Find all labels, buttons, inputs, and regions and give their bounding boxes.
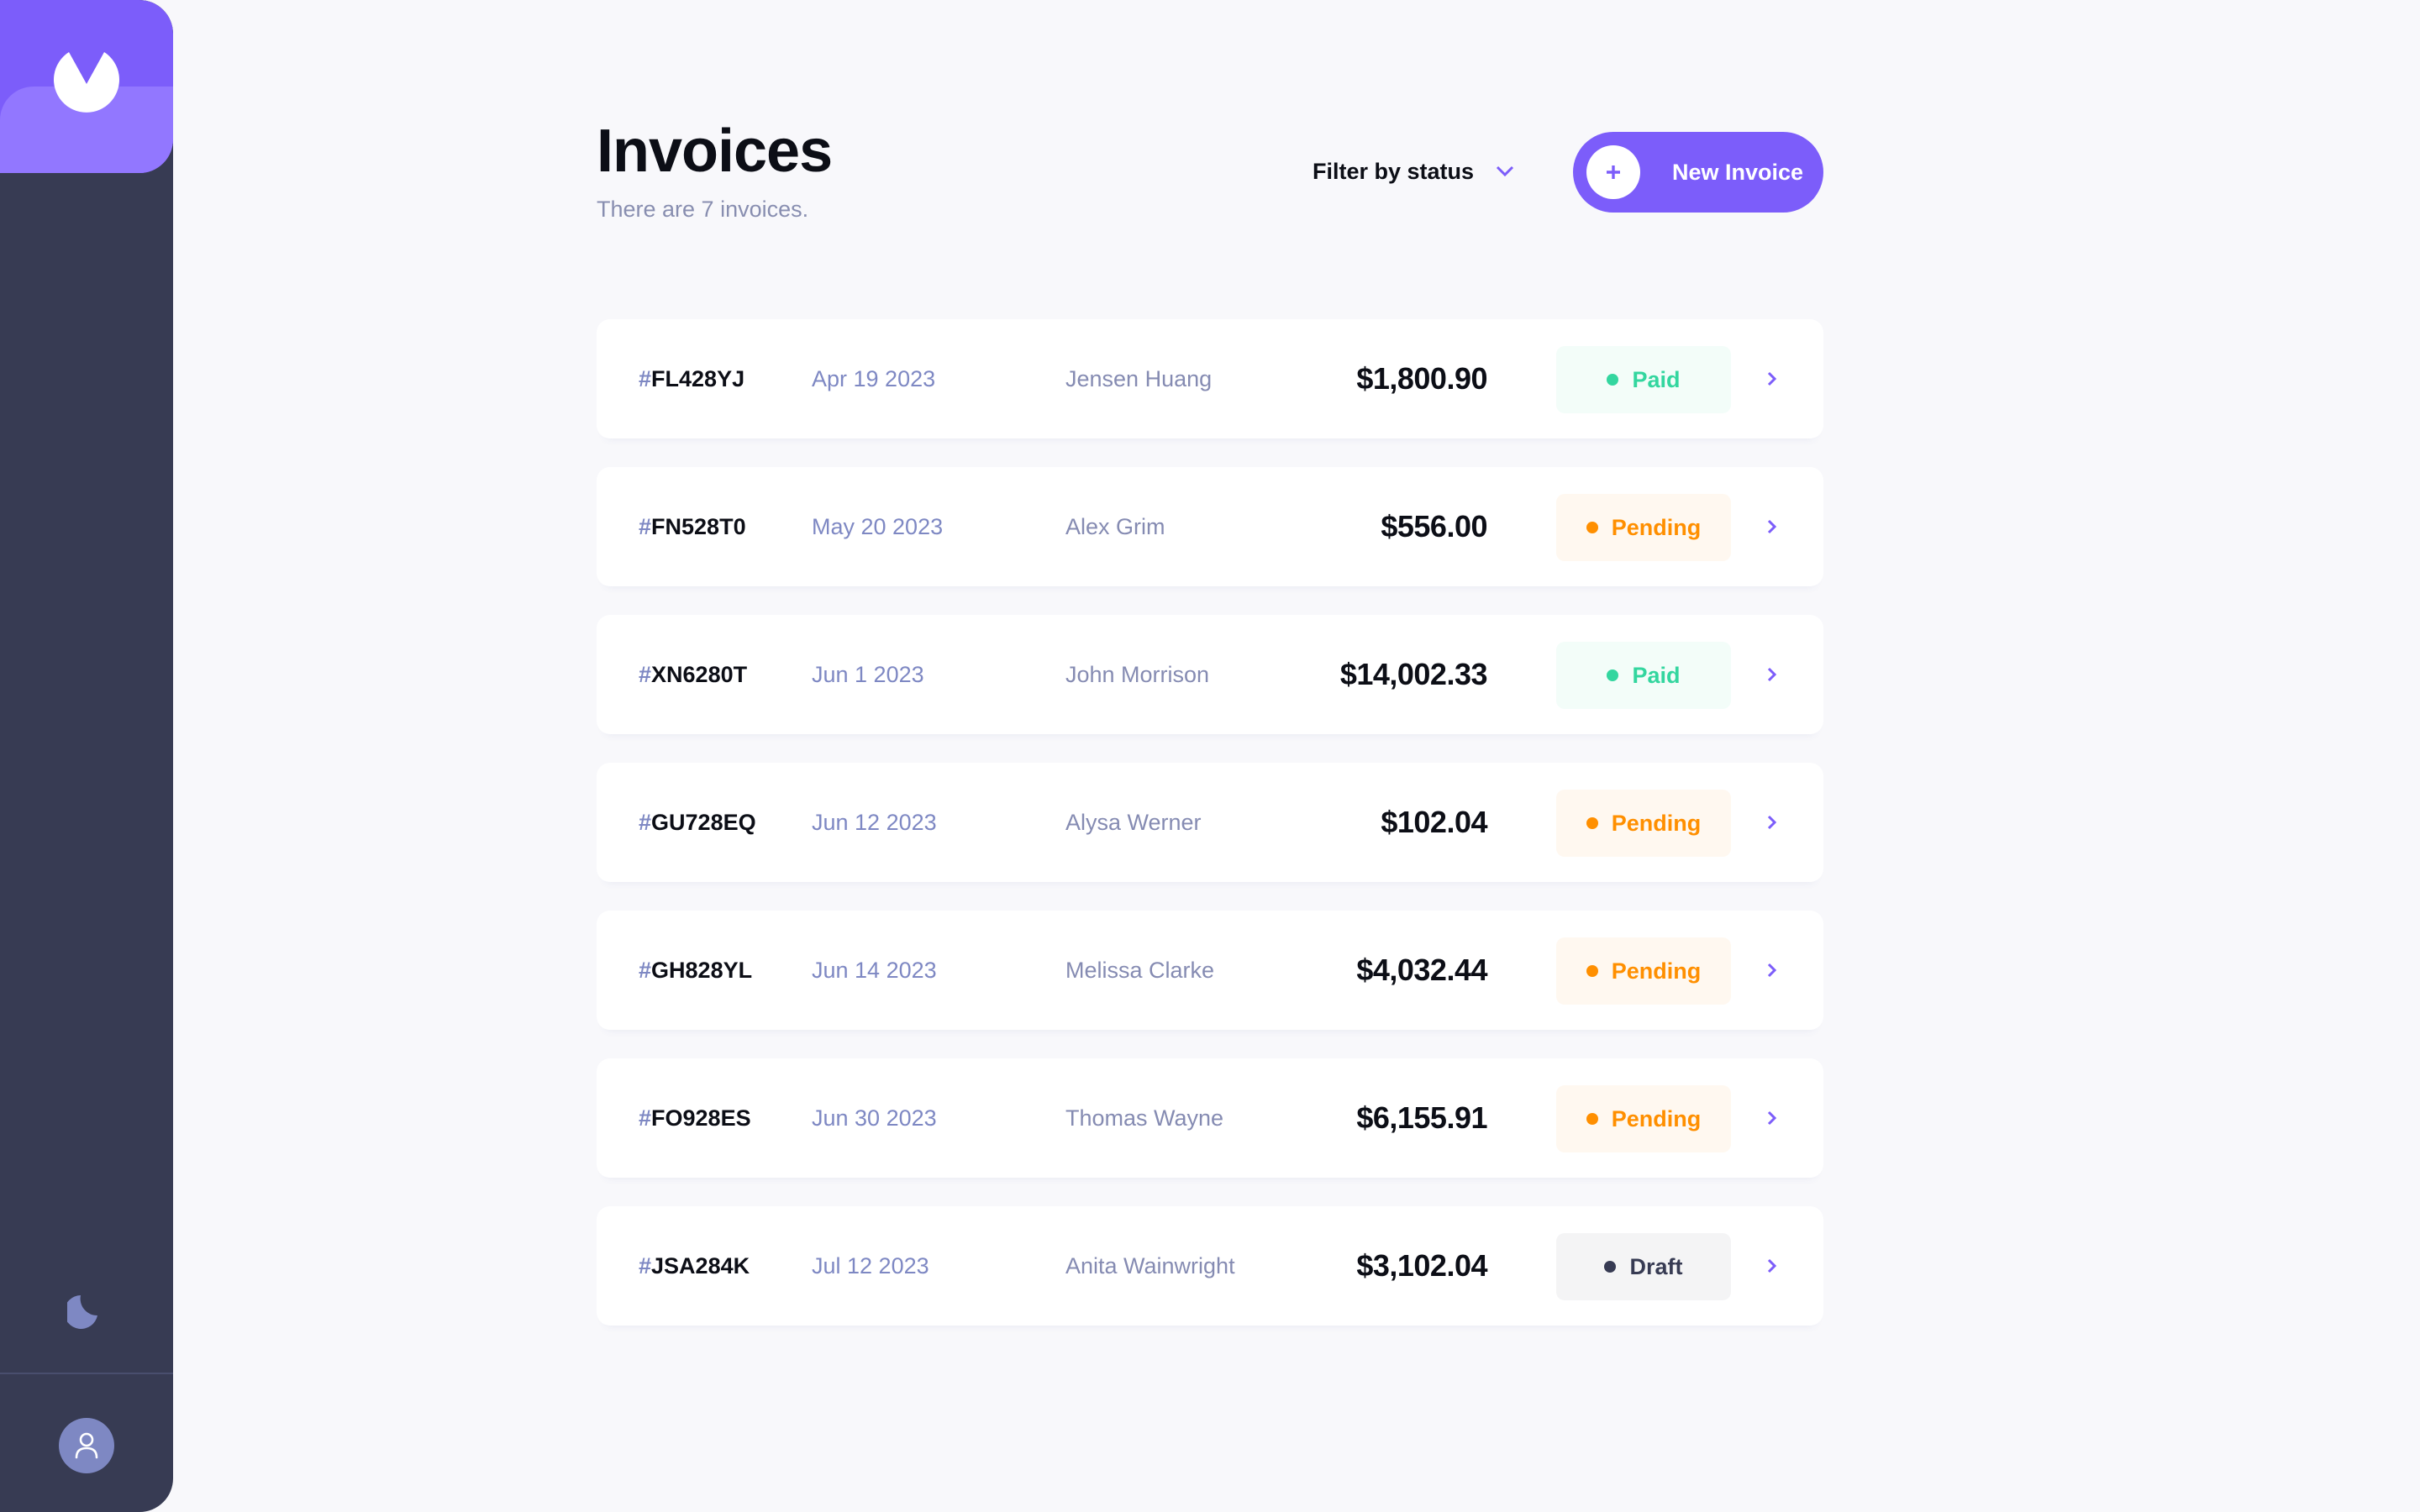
status-badge: Pending — [1556, 937, 1731, 1005]
invoice-due-date: Apr 19 2023 — [812, 365, 936, 391]
status-badge: Pending — [1556, 790, 1731, 857]
invoice-id: # FL428YJ — [639, 365, 745, 391]
invoice-app: Invoices There are 7 invoices. Filter by… — [0, 0, 2420, 1512]
invoice-row[interactable]: # FO928ES Jun 30 2023 Thomas Wayne $6,155… — [597, 1058, 1823, 1178]
invoice-due-date: Jun 1 2023 — [812, 661, 924, 687]
invoice-row[interactable]: # FL428YJ Apr 19 2023 Jensen Huang $1,800… — [597, 319, 1823, 438]
invoice-id: # GU728EQ — [639, 809, 756, 835]
invoice-count: There are 7 invoices. — [597, 197, 809, 222]
avatar[interactable] — [59, 1418, 114, 1473]
invoice-amount: $4,032.44 — [1356, 953, 1487, 987]
page-title: Invoices — [597, 118, 833, 185]
invoice-amount: $102.04 — [1381, 805, 1487, 839]
invoice-client: John Morrison — [1065, 661, 1210, 687]
status-dot — [1604, 1261, 1617, 1273]
status-dot — [1586, 1113, 1598, 1125]
invoice-amount: $6,155.91 — [1356, 1100, 1487, 1135]
sidebar — [0, 0, 173, 1512]
invoice-row[interactable]: # GH828YL Jun 14 2023 Melissa Clarke $4,0… — [597, 911, 1823, 1030]
status-badge: Pending — [1556, 494, 1731, 561]
invoice-id: # JSA284K — [639, 1252, 750, 1278]
invoice-amount: $556.00 — [1381, 509, 1487, 543]
chevron-right-icon[interactable] — [1761, 1253, 1783, 1278]
invoice-amount: $14,002.33 — [1339, 657, 1488, 691]
invoice-client: Alex Grim — [1065, 513, 1165, 539]
status-badge: Paid — [1556, 642, 1731, 709]
invoice-client: Jensen Huang — [1065, 365, 1213, 391]
filter-by-status-dropdown[interactable]: Filter by status — [1313, 151, 1514, 192]
status-dot — [1607, 669, 1619, 681]
invoice-id: # FO928ES — [639, 1105, 751, 1131]
invoice-due-date: Jul 12 2023 — [812, 1252, 929, 1278]
new-invoice-button[interactable]: New Invoice — [1573, 132, 1823, 213]
status-dot — [1586, 965, 1598, 977]
moon-icon[interactable] — [64, 1290, 106, 1329]
status-badge: Pending — [1556, 1085, 1731, 1152]
chevron-right-icon[interactable] — [1761, 810, 1783, 835]
status-dot — [1586, 522, 1598, 533]
app-logo[interactable] — [0, 0, 173, 173]
chevron-right-icon[interactable] — [1761, 662, 1783, 687]
invoice-id: # GH828YL — [639, 957, 753, 983]
invoice-row[interactable]: # GU728EQ Jun 12 2023 Alysa Werner $102.0… — [597, 763, 1823, 882]
invoice-due-date: May 20 2023 — [812, 513, 944, 539]
invoice-amount: $3,102.04 — [1356, 1248, 1487, 1283]
chevron-right-icon[interactable] — [1761, 1105, 1783, 1131]
chevron-right-icon[interactable] — [1761, 958, 1783, 983]
plus-icon — [1586, 145, 1640, 199]
page-header: Invoices There are 7 invoices. Filter by… — [597, 118, 1823, 235]
user-icon — [75, 1432, 98, 1459]
status-dot — [1586, 817, 1598, 829]
invoice-client: Thomas Wayne — [1065, 1105, 1224, 1131]
invoice-row[interactable]: # XN6280T Jun 1 2023 John Morrison $14,00… — [597, 615, 1823, 734]
invoice-row[interactable]: # JSA284K Jul 12 2023 Anita Wainwright $3… — [597, 1206, 1823, 1326]
app-logo-icon — [54, 52, 119, 113]
invoice-client: Alysa Werner — [1065, 809, 1202, 835]
chevron-down-icon — [1496, 165, 1514, 177]
invoice-id: # XN6280T — [639, 661, 748, 687]
invoice-list: # FL428YJ Apr 19 2023 Jensen Huang $1,800… — [597, 319, 1823, 1354]
invoice-due-date: Jun 30 2023 — [812, 1105, 937, 1131]
invoice-due-date: Jun 14 2023 — [812, 957, 937, 983]
invoice-due-date: Jun 12 2023 — [812, 809, 937, 835]
filter-label: Filter by status — [1313, 158, 1475, 184]
status-dot — [1607, 374, 1619, 386]
chevron-right-icon[interactable] — [1761, 366, 1783, 391]
invoice-row[interactable]: # FN528T0 May 20 2023 Alex Grim $556.00 P… — [597, 467, 1823, 586]
sidebar-divider — [0, 1373, 173, 1374]
status-badge: Paid — [1556, 346, 1731, 413]
invoice-client: Anita Wainwright — [1065, 1252, 1235, 1278]
new-invoice-label: New Invoice — [1672, 159, 1804, 185]
invoice-id: # FN528T0 — [639, 513, 746, 539]
invoice-amount: $1,800.90 — [1356, 361, 1487, 396]
chevron-right-icon[interactable] — [1761, 514, 1783, 539]
invoice-client: Melissa Clarke — [1065, 957, 1215, 983]
status-badge: Draft — [1556, 1233, 1731, 1300]
